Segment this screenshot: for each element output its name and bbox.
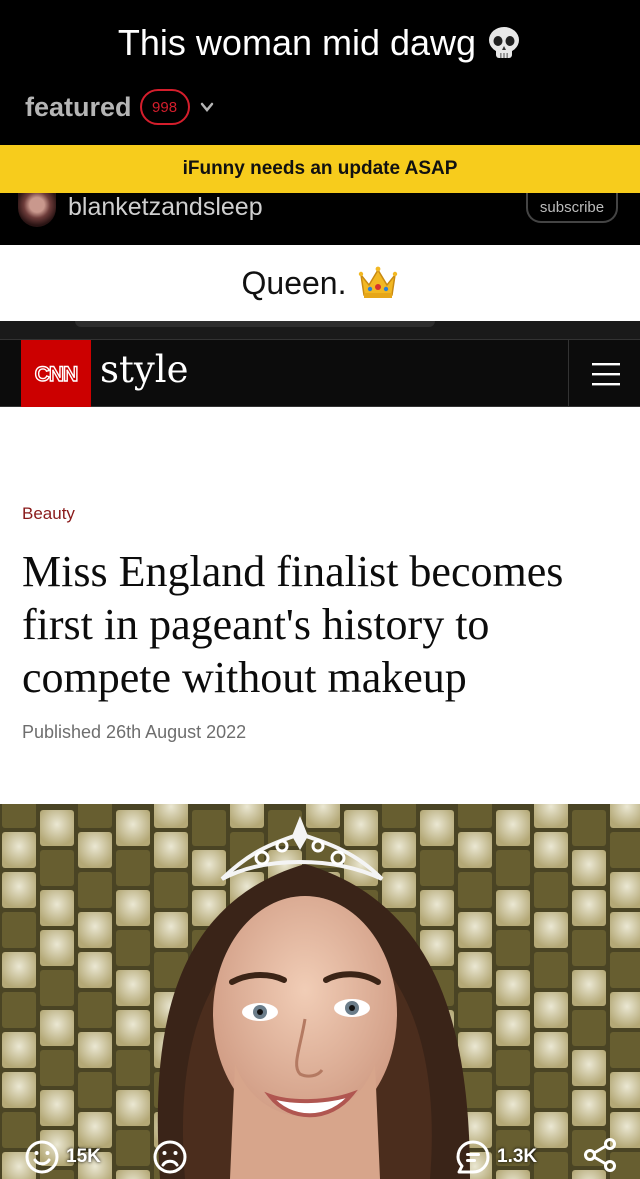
skull-icon [489, 27, 520, 58]
post-caption: Queen. [0, 245, 640, 321]
article-published-date: Published 26th August 2022 [22, 722, 247, 742]
post-title-text: This woman mid dawg [117, 22, 477, 63]
update-banner[interactable]: iFunny needs an update ASAP [0, 145, 640, 193]
svg-text:CNN: CNN [35, 363, 78, 386]
hamburger-menu-icon[interactable] [592, 361, 620, 387]
feed-label: featured [25, 91, 132, 122]
comments-count: 1.3K [497, 1146, 538, 1167]
article-kicker[interactable]: Beauty [22, 504, 75, 524]
pageant-portrait-image [0, 804, 640, 1179]
share-button[interactable] [582, 1137, 618, 1173]
post-action-bar: 15K 1.3K [0, 1135, 640, 1179]
cnn-section-title: style [100, 348, 189, 391]
caption-text: Queen. [241, 264, 347, 301]
frown-icon [153, 1140, 187, 1174]
cnn-wordmark-icon: CNN [34, 362, 79, 386]
author-row: blanketzandsleep subscribe [0, 193, 640, 245]
feed-selector[interactable]: featured 998 [25, 88, 214, 126]
avatar[interactable] [18, 193, 56, 227]
smile-count: 15K [66, 1146, 101, 1167]
author-username[interactable]: blanketzandsleep [68, 193, 263, 222]
post-header: This woman mid dawg featured 998 [0, 0, 640, 145]
subscribe-button[interactable]: subscribe [526, 193, 618, 223]
post-title: This woman mid dawg [0, 22, 640, 64]
comments-button[interactable]: 1.3K [455, 1139, 537, 1175]
menu-divider [568, 340, 569, 408]
share-icon [584, 1138, 616, 1172]
cnn-logo[interactable]: CNN [21, 340, 91, 408]
article-photo[interactable] [0, 804, 640, 1179]
article-block: Beauty Miss England finalist becomes fir… [0, 407, 640, 804]
chevron-down-icon [200, 102, 213, 112]
article-headline: Miss England finalist becomes first in p… [22, 547, 564, 702]
cnn-header: CNN style [0, 339, 640, 408]
comment-icon [456, 1140, 490, 1174]
smile-icon [25, 1140, 59, 1174]
feed-count-badge: 998 [139, 89, 190, 125]
unsmile-button[interactable] [152, 1139, 188, 1175]
screenshot-status-strip [0, 321, 640, 339]
smile-button[interactable]: 15K [24, 1139, 101, 1175]
crown-icon [359, 266, 398, 298]
